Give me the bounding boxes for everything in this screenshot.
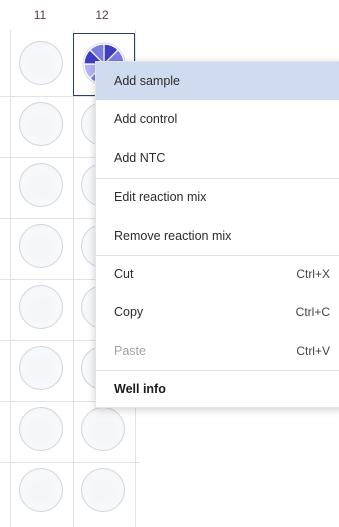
column-header-12: 12 xyxy=(95,8,109,22)
menu-item-label: Remove reaction mix xyxy=(114,229,232,243)
menu-item-remove-reaction-mix[interactable]: Remove reaction mix xyxy=(96,217,339,255)
menu-item-label: Edit reaction mix xyxy=(114,190,207,204)
menu-item-edit-reaction-mix[interactable]: Edit reaction mix xyxy=(96,178,339,216)
menu-item-label: Copy xyxy=(114,305,144,319)
well-col12-row7[interactable] xyxy=(81,407,125,451)
well-col11-row8[interactable] xyxy=(19,468,63,512)
well-col11-row7[interactable] xyxy=(19,407,63,451)
menu-item-copy[interactable]: Copy Ctrl+C xyxy=(96,293,339,331)
menu-shortcut: Ctrl+X xyxy=(296,267,330,281)
well-col11-row5[interactable] xyxy=(19,285,63,329)
well-col11-row3[interactable] xyxy=(19,163,63,207)
menu-item-well-info[interactable]: Well info xyxy=(96,370,339,408)
menu-item-label: Well info xyxy=(114,382,166,396)
well-col11-row2[interactable] xyxy=(19,102,63,146)
menu-item-paste[interactable]: Paste Ctrl+V xyxy=(96,332,339,370)
well-col11-row6[interactable] xyxy=(19,346,63,390)
well-col11-row4[interactable] xyxy=(19,224,63,268)
menu-item-label: Add sample xyxy=(114,74,181,88)
menu-shortcut: Ctrl+V xyxy=(296,344,330,358)
context-menu: Add sample Add control Add NTC Edit reac… xyxy=(95,61,339,408)
well-col12-row8[interactable] xyxy=(81,468,125,512)
column-header-11: 11 xyxy=(33,8,47,22)
menu-item-label: Cut xyxy=(114,267,134,281)
menu-shortcut: Ctrl+C xyxy=(295,305,330,319)
menu-item-add-sample[interactable]: Add sample xyxy=(96,62,339,100)
well-col11-row1[interactable] xyxy=(19,41,63,85)
menu-item-label: Add NTC xyxy=(114,151,166,165)
menu-item-add-control[interactable]: Add control xyxy=(96,100,339,138)
menu-item-cut[interactable]: Cut Ctrl+X xyxy=(96,255,339,293)
menu-item-add-ntc[interactable]: Add NTC xyxy=(96,139,339,177)
menu-item-label: Add control xyxy=(114,112,178,126)
menu-item-label: Paste xyxy=(114,344,146,358)
